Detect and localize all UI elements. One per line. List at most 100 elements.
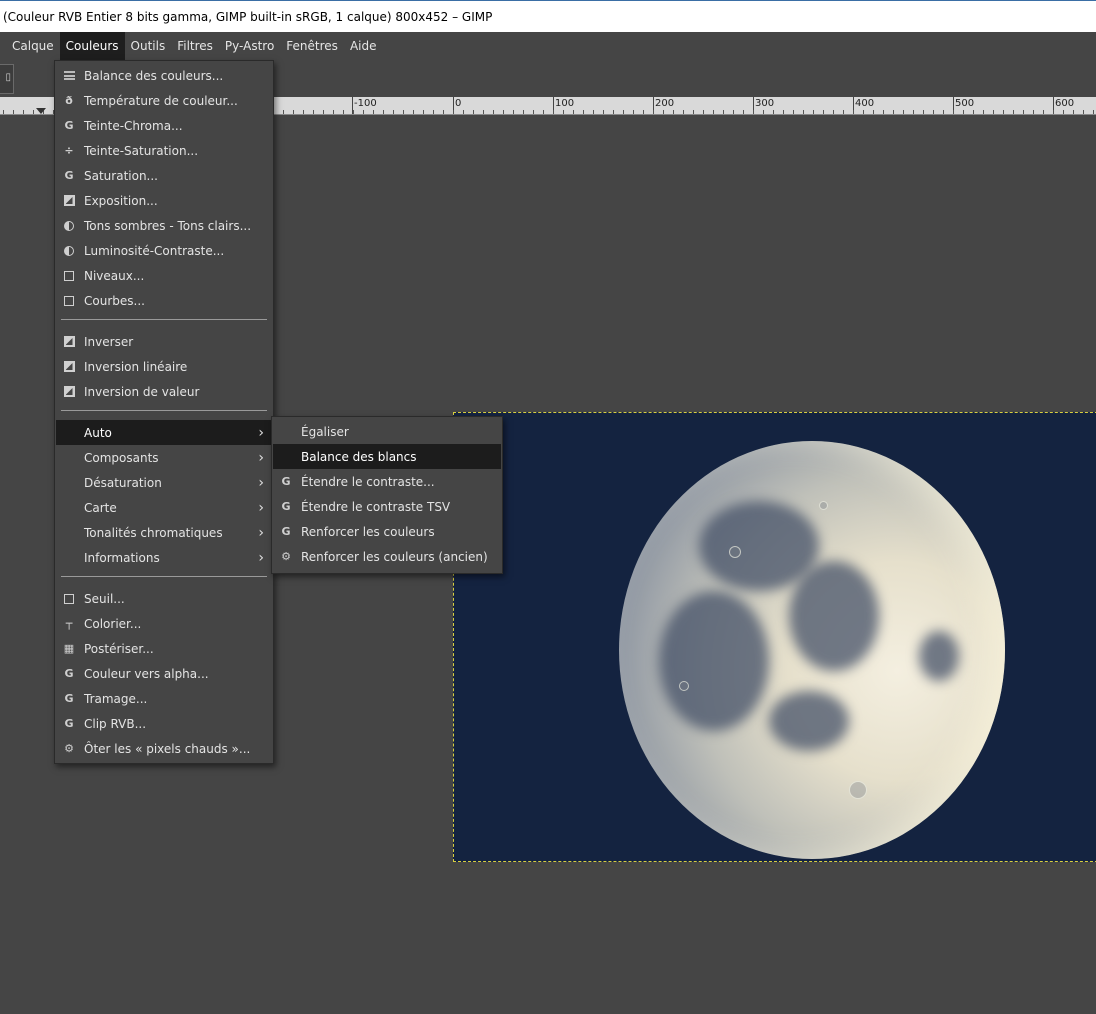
- menu-item-teinte-saturation[interactable]: ÷ Teinte-Saturation...: [56, 138, 272, 163]
- crater: [819, 501, 828, 510]
- crater: [849, 781, 867, 799]
- ruler-minor-tick: [403, 110, 404, 114]
- ruler-minor-tick: [373, 110, 374, 114]
- ruler-minor-tick: [1063, 110, 1064, 114]
- menu-item-inversion-valeur[interactable]: Inversion de valeur: [56, 379, 272, 404]
- ruler-origin-marker-icon: [36, 108, 46, 114]
- ruler-minor-tick: [663, 110, 664, 114]
- menu-item-oter-pixels-chauds[interactable]: ⚙ Ôter les « pixels chauds »...: [56, 736, 272, 761]
- menu-item-informations[interactable]: Informations ›: [56, 545, 272, 570]
- invert-icon: [63, 361, 75, 373]
- menu-item-inversion-lineaire[interactable]: Inversion linéaire: [56, 354, 272, 379]
- menu-fenetres[interactable]: Fenêtres: [280, 32, 344, 60]
- menu-filtres[interactable]: Filtres: [171, 32, 219, 60]
- ruler-minor-tick: [423, 110, 424, 114]
- ruler-minor-tick: [743, 110, 744, 114]
- auto-submenu: Égaliser Balance des blancs G Étendre le…: [271, 416, 503, 574]
- menu-item-seuil[interactable]: Seuil...: [56, 586, 272, 611]
- ruler-minor-tick: [983, 110, 984, 114]
- menu-item-balance-des-blancs[interactable]: Balance des blancs: [273, 444, 501, 469]
- menu-item-tonalites-chromatiques[interactable]: Tonalités chromatiques ›: [56, 520, 272, 545]
- menu-item-tramage[interactable]: G Tramage...: [56, 686, 272, 711]
- menu-item-balance-couleurs[interactable]: Balance des couleurs...: [56, 63, 272, 88]
- ruler-minor-tick: [323, 110, 324, 114]
- gegl-icon: G: [281, 525, 291, 538]
- ruler-minor-tick: [353, 110, 354, 114]
- ruler-minor-tick: [363, 110, 364, 114]
- ruler-minor-tick: [1033, 110, 1034, 114]
- lunar-mare: [769, 691, 849, 751]
- menu-item-couleur-vers-alpha[interactable]: G Couleur vers alpha...: [56, 661, 272, 686]
- ruler-minor-tick: [843, 110, 844, 114]
- menu-item-composants[interactable]: Composants ›: [56, 445, 272, 470]
- menu-separator: [61, 319, 267, 320]
- ruler-minor-tick: [913, 110, 914, 114]
- menu-py-astro[interactable]: Py-Astro: [219, 32, 280, 60]
- image-canvas[interactable]: [453, 412, 1096, 862]
- menu-item-clip-rvb[interactable]: G Clip RVB...: [56, 711, 272, 736]
- hue-saturation-icon: ÷: [64, 144, 74, 157]
- menu-item-etendre-contraste[interactable]: G Étendre le contraste...: [273, 469, 501, 494]
- menu-item-renforcer-couleurs[interactable]: G Renforcer les couleurs: [273, 519, 501, 544]
- chevron-right-icon: ›: [258, 424, 264, 441]
- ruler-minor-tick: [23, 110, 24, 114]
- chevron-right-icon: ›: [258, 449, 264, 466]
- ruler-minor-tick: [693, 110, 694, 114]
- menu-item-tons-sombres-clairs[interactable]: Tons sombres - Tons clairs...: [56, 213, 272, 238]
- ruler-minor-tick: [553, 110, 554, 114]
- ruler-minor-tick: [873, 110, 874, 114]
- menu-item-teinte-chroma[interactable]: G Teinte-Chroma...: [56, 113, 272, 138]
- menu-item-posteriser[interactable]: ▦ Postériser...: [56, 636, 272, 661]
- invert-icon: [63, 336, 75, 348]
- ruler-minor-tick: [943, 110, 944, 114]
- ruler-minor-tick: [933, 110, 934, 114]
- menu-item-temperature-couleur[interactable]: ð Température de couleur...: [56, 88, 272, 113]
- menu-item-luminosite-contraste[interactable]: Luminosité-Contraste...: [56, 238, 272, 263]
- menu-item-carte[interactable]: Carte ›: [56, 495, 272, 520]
- ruler-minor-tick: [723, 110, 724, 114]
- brightness-contrast-icon: [63, 245, 75, 257]
- gegl-icon: G: [281, 500, 291, 513]
- ruler-minor-tick: [853, 110, 854, 114]
- ruler-minor-tick: [1043, 110, 1044, 114]
- chevron-right-icon: ›: [258, 524, 264, 541]
- image-tab-icon[interactable]: ▯: [0, 64, 14, 94]
- menu-item-exposition[interactable]: Exposition...: [56, 188, 272, 213]
- menu-item-niveaux[interactable]: Niveaux...: [56, 263, 272, 288]
- ruler-minor-tick: [753, 110, 754, 114]
- gegl-icon: G: [64, 667, 74, 680]
- ruler-minor-tick: [703, 110, 704, 114]
- ruler-label: 400: [855, 98, 875, 109]
- gegl-icon: G: [64, 692, 74, 705]
- menu-separator: [61, 410, 267, 411]
- ruler-minor-tick: [603, 110, 604, 114]
- menu-item-courbes[interactable]: Courbes...: [56, 288, 272, 313]
- chevron-right-icon: ›: [258, 474, 264, 491]
- menu-item-saturation[interactable]: G Saturation...: [56, 163, 272, 188]
- menu-item-renforcer-couleurs-ancien[interactable]: ⚙ Renforcer les couleurs (ancien): [273, 544, 501, 569]
- menu-outils[interactable]: Outils: [125, 32, 172, 60]
- ruler-minor-tick: [573, 110, 574, 114]
- menu-item-inverser[interactable]: Inverser: [56, 329, 272, 354]
- curves-icon: [63, 295, 75, 307]
- ruler-minor-tick: [793, 110, 794, 114]
- ruler-minor-tick: [3, 110, 4, 114]
- crater: [679, 681, 689, 691]
- menu-couleurs[interactable]: Couleurs: [59, 32, 125, 60]
- ruler-minor-tick: [903, 110, 904, 114]
- ruler-minor-tick: [453, 110, 454, 114]
- menu-item-egaliser[interactable]: Égaliser: [273, 419, 501, 444]
- menu-calque[interactable]: Calque: [0, 32, 60, 60]
- ruler-minor-tick: [673, 110, 674, 114]
- menu-item-desaturation[interactable]: Désaturation ›: [56, 470, 272, 495]
- menu-item-etendre-contraste-tsv[interactable]: G Étendre le contraste TSV: [273, 494, 501, 519]
- ruler-minor-tick: [763, 110, 764, 114]
- ruler-minor-tick: [1093, 110, 1094, 114]
- ruler-minor-tick: [503, 110, 504, 114]
- menu-item-colorier[interactable]: ┬ Colorier...: [56, 611, 272, 636]
- menu-item-auto[interactable]: Auto ›: [56, 420, 272, 445]
- menu-aide[interactable]: Aide: [344, 32, 383, 60]
- ruler-label: -100: [354, 98, 377, 109]
- ruler-minor-tick: [963, 110, 964, 114]
- ruler-minor-tick: [383, 110, 384, 114]
